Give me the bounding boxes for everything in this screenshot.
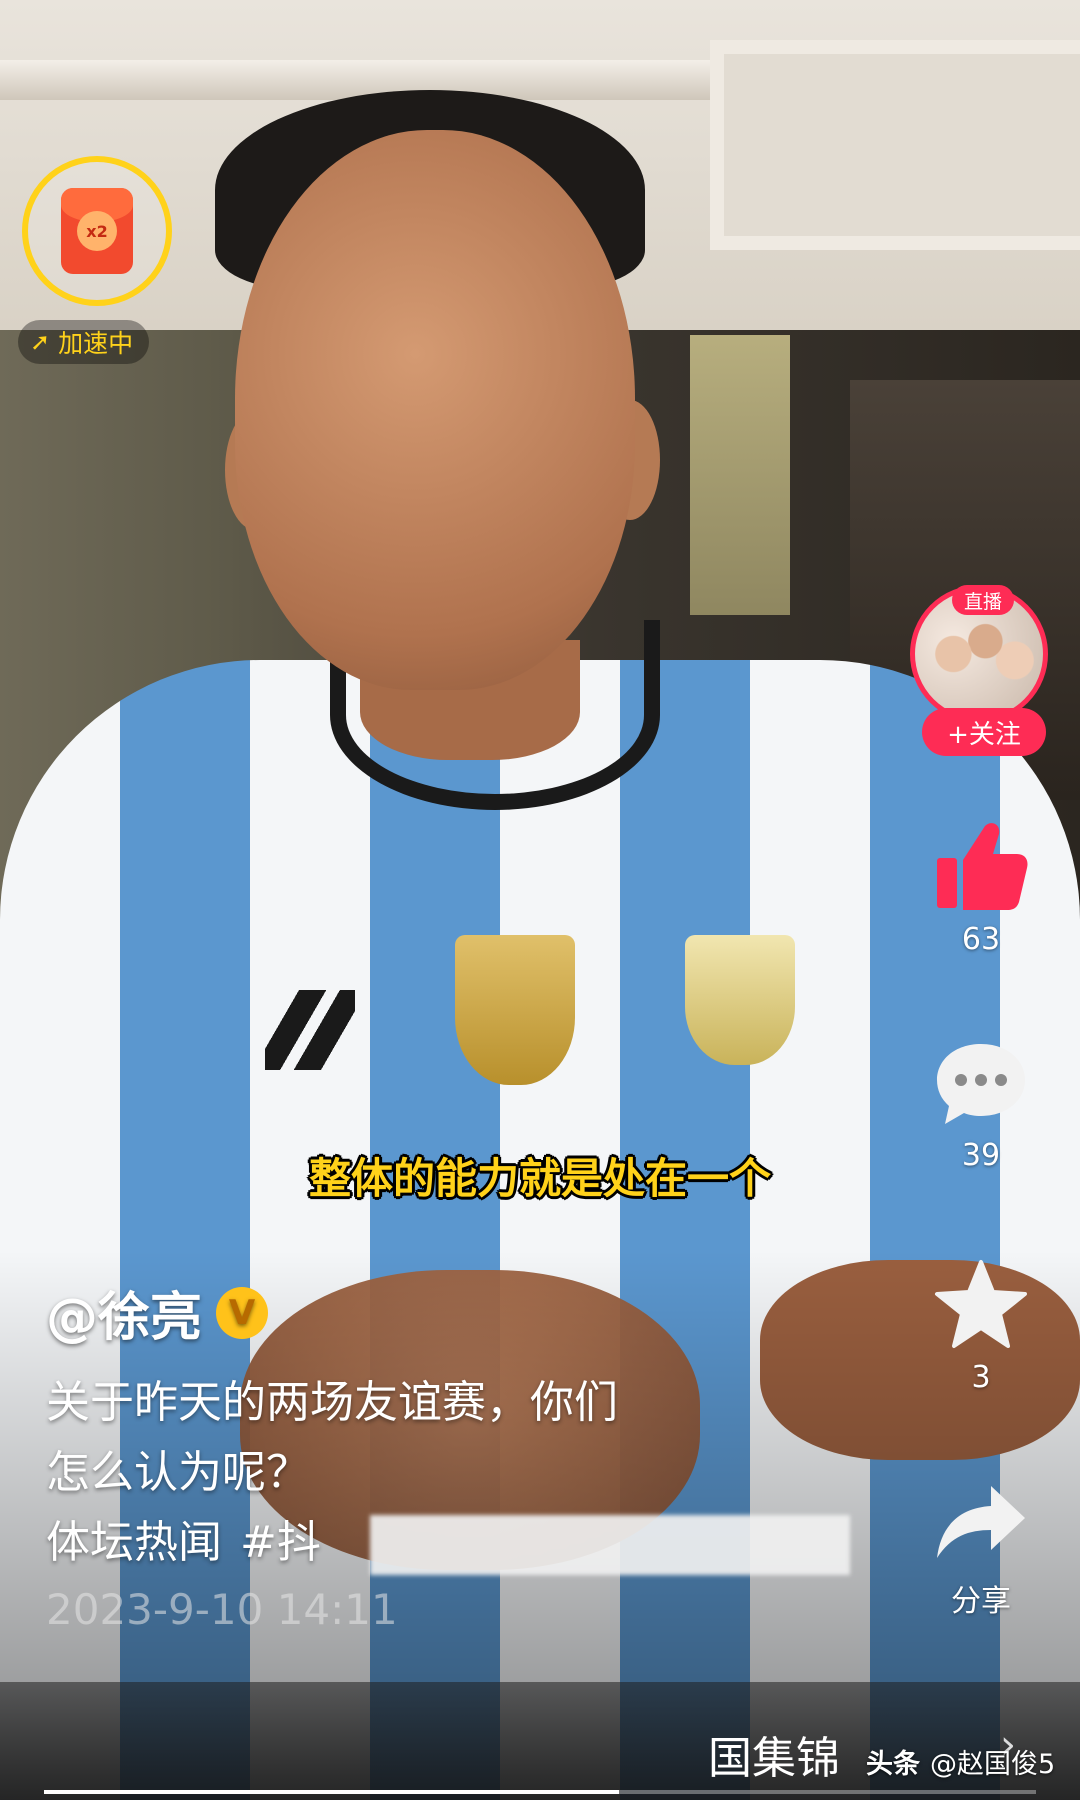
video-progress-bar[interactable] — [44, 1790, 1036, 1794]
video-subtitle: 整体的能力就是处在一个 — [308, 1154, 771, 1203]
reward-multiplier: x2 — [77, 211, 117, 251]
favorite-action[interactable]: 3 — [926, 1258, 1036, 1395]
topic-tag[interactable]: 体坛热闻 — [46, 1508, 222, 1578]
share-label: 分享 — [951, 1584, 1011, 1619]
share-arrow-icon — [937, 1486, 1025, 1558]
follow-button[interactable]: +关注 — [922, 708, 1046, 756]
boost-status: ➚ 加速中 — [18, 320, 150, 364]
head — [235, 130, 635, 690]
hashtag[interactable]: #抖 — [240, 1508, 321, 1578]
share-action[interactable]: 分享 — [926, 1480, 1036, 1620]
video-progress-fill — [44, 1790, 620, 1794]
live-badge: 直播 — [952, 585, 1014, 615]
red-packet-reward-button[interactable]: x2 — [22, 156, 172, 306]
favorite-count: 3 — [971, 1360, 991, 1395]
like-count: 63 — [961, 922, 1001, 957]
star-icon — [935, 1260, 1027, 1348]
description-tags: 体坛热闻 #抖 — [46, 1508, 826, 1578]
watermark-user: @赵国俊5 — [930, 1749, 1056, 1780]
collection-bar[interactable] — [0, 1682, 1080, 1800]
red-envelope-icon: x2 — [61, 188, 133, 274]
author-name[interactable]: @徐亮 — [46, 1275, 202, 1350]
jersey-brand-logo — [265, 990, 355, 1070]
thumbs-up-icon — [937, 823, 1028, 910]
post-timestamp: 2023-9-10 14:11 — [46, 1585, 398, 1634]
description-line-2: 怎么认为呢？ — [46, 1447, 310, 1498]
watermark: 头条 @赵国俊5 — [866, 1742, 1055, 1781]
jersey-fifa-badge — [455, 935, 575, 1085]
description-line-1: 关于昨天的两场友谊赛，你们 — [46, 1377, 618, 1428]
verified-badge-icon: V — [216, 1286, 269, 1339]
boost-status-label: 加速中 — [58, 329, 134, 358]
jersey-afa-crest — [685, 935, 795, 1065]
collection-title[interactable]: 国集锦 — [708, 1722, 840, 1786]
comment-icon — [937, 1044, 1025, 1124]
like-action[interactable]: 63 — [926, 820, 1036, 957]
video-description: 关于昨天的两场友谊赛，你们 怎么认为呢？ 体坛热闻 #抖 — [46, 1368, 826, 1578]
rocket-icon: ➚ — [30, 328, 51, 356]
watermark-app: 头条 — [866, 1749, 920, 1780]
author-name-row[interactable]: @徐亮 V — [46, 1275, 269, 1350]
